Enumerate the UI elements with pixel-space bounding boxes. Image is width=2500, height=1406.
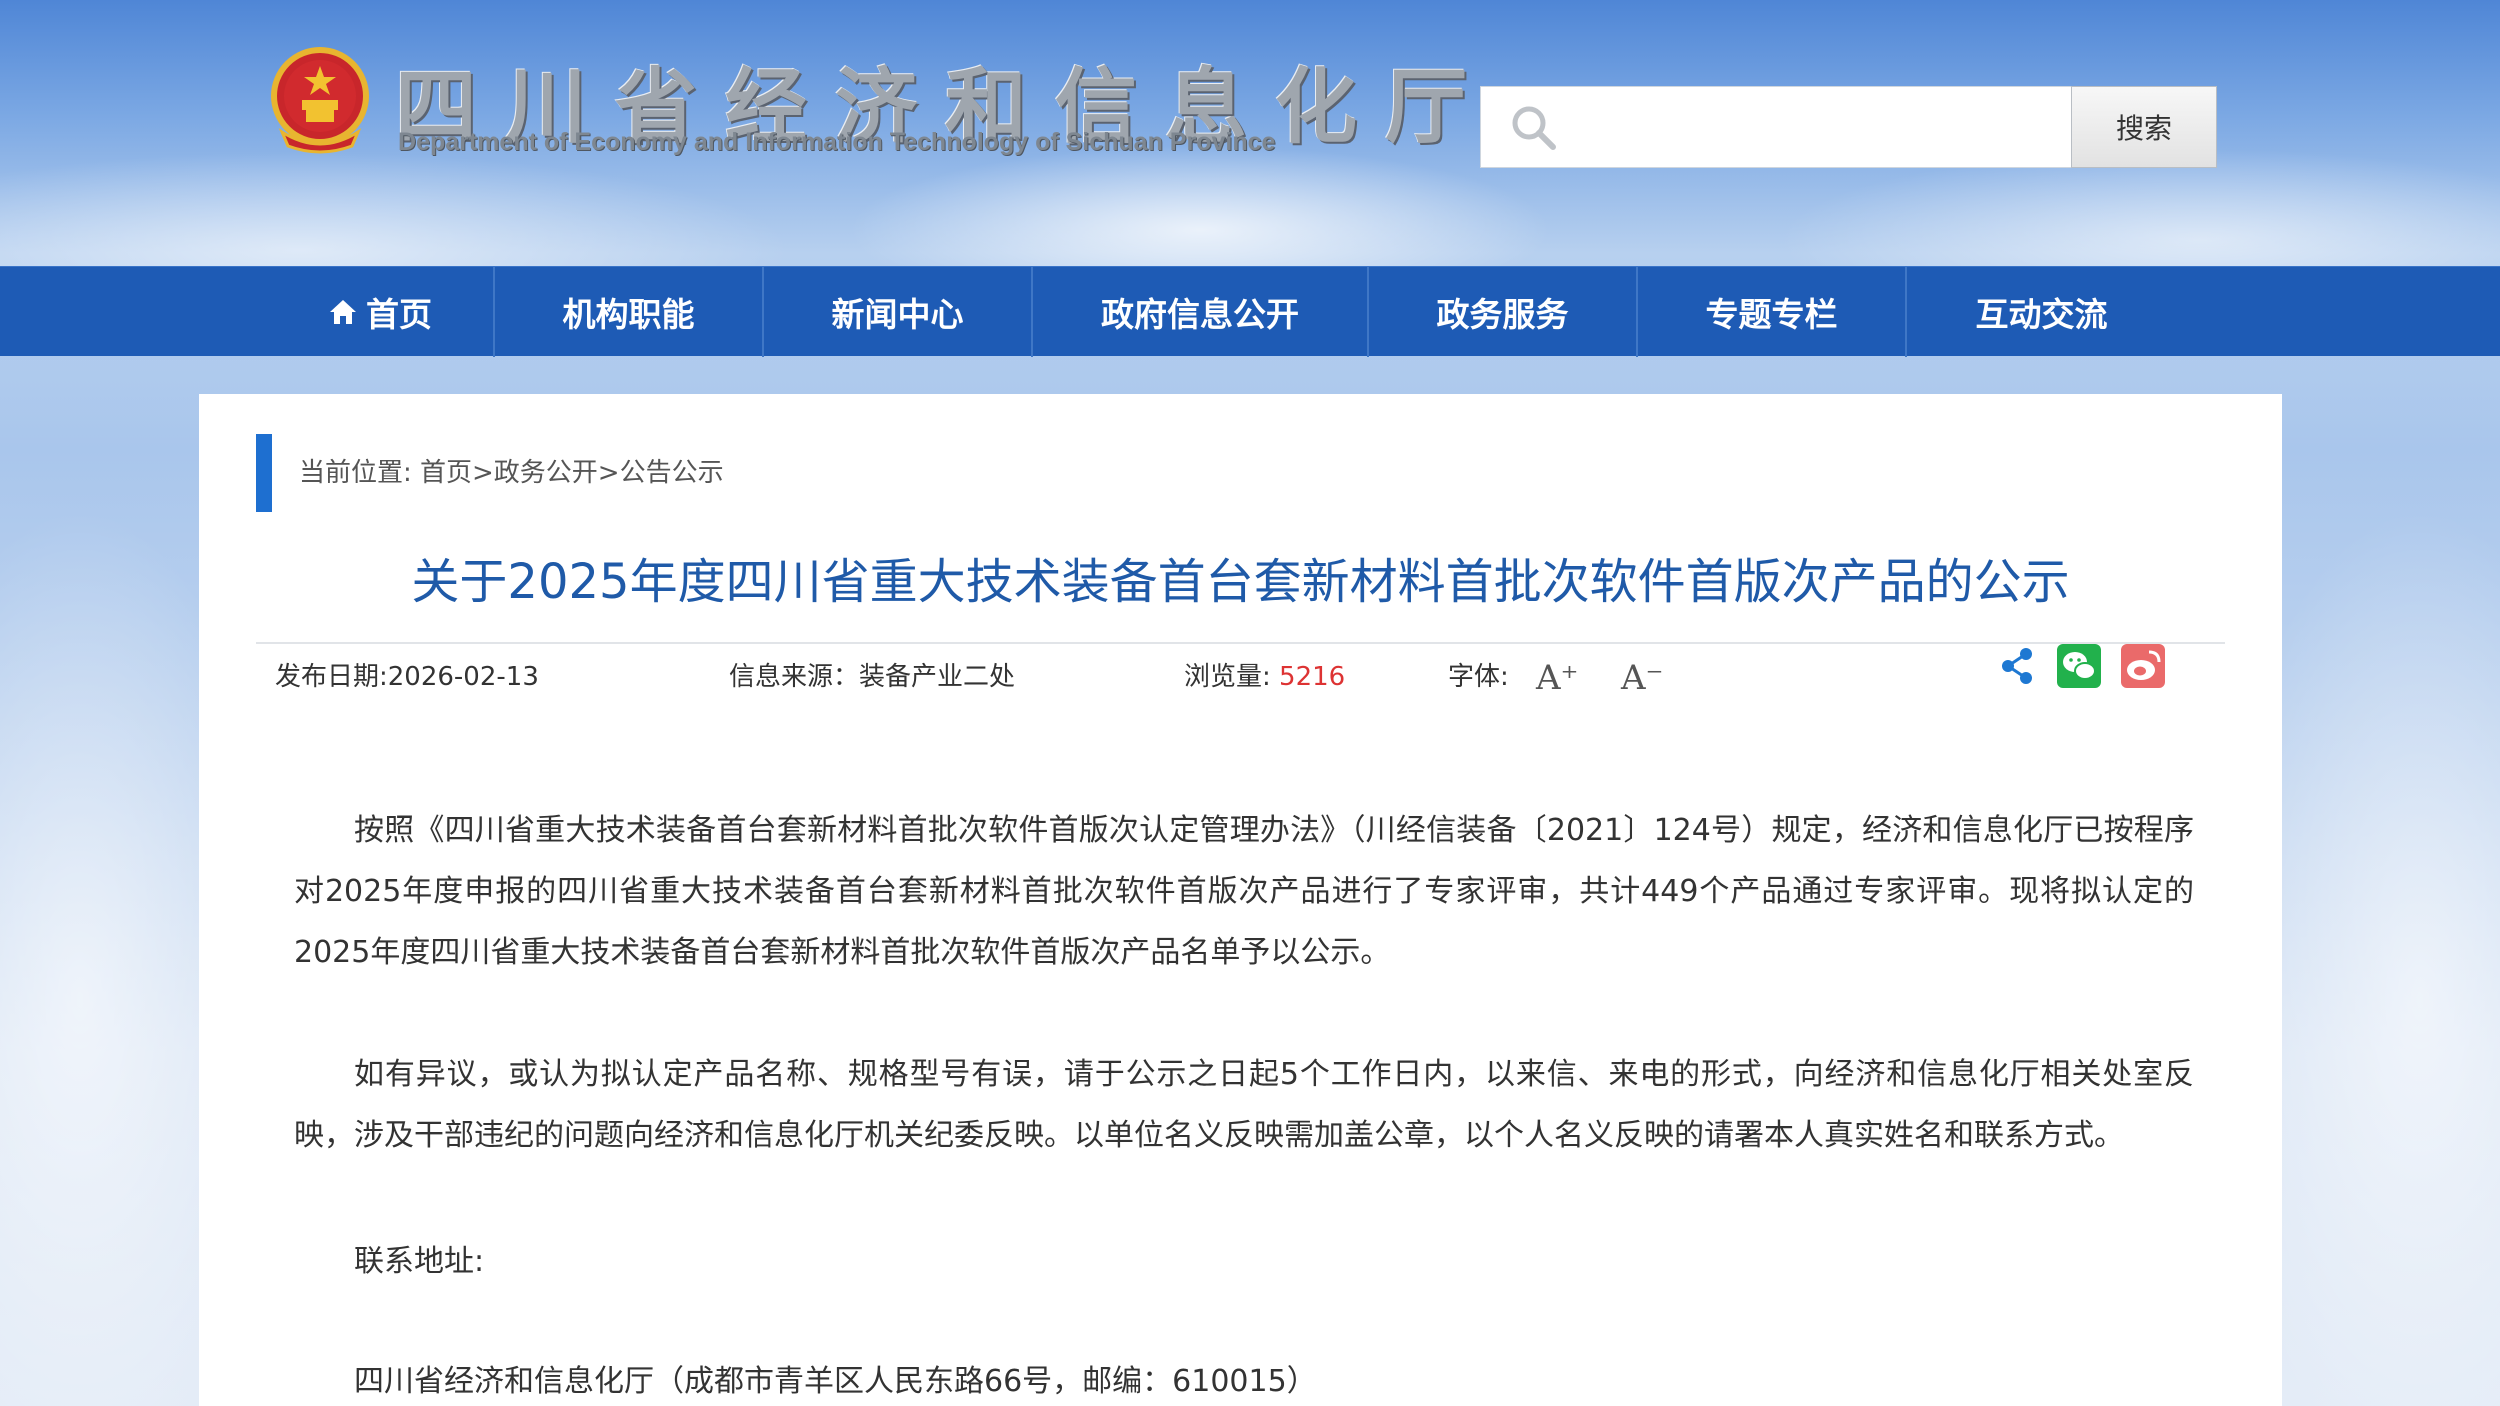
national-emblem-icon xyxy=(271,47,369,154)
site-subtitle: Department of Economy and Information Te… xyxy=(398,128,1276,156)
weibo-icon[interactable] xyxy=(2121,644,2165,688)
search-icon xyxy=(1512,106,1556,150)
breadcrumb[interactable]: 当前位置: 首页>政务公开>公告公示 xyxy=(299,452,724,489)
nav-item-label: 政务服务 xyxy=(1436,295,1569,334)
nav-item-topics[interactable]: 专题专栏 xyxy=(1638,267,1907,357)
wechat-icon[interactable] xyxy=(2057,644,2101,688)
nav-item-news[interactable]: 新闻中心 xyxy=(764,267,1033,357)
nav-item-label: 首页 xyxy=(366,295,432,334)
site-header: 四川省经济和信息化厅 Department of Economy and Inf… xyxy=(0,0,2500,266)
view-count: 浏览量: 5216 xyxy=(1184,656,1345,693)
search-button[interactable]: 搜索 xyxy=(2071,86,2217,168)
nav-item-label: 新闻中心 xyxy=(831,295,964,334)
font-size-label: 字体: xyxy=(1448,662,1509,692)
content-panel: 当前位置: 首页>政务公开>公告公示 关于2025年度四川省重大技术装备首台套新… xyxy=(199,394,2282,1406)
contact-label: 联系地址: xyxy=(354,1244,485,1279)
nav-item-label: 专题专栏 xyxy=(1705,295,1838,334)
nav-item-label: 政府信息公开 xyxy=(1101,295,1299,334)
view-count-value: 5216 xyxy=(1279,662,1346,692)
search-input[interactable] xyxy=(1571,97,2061,157)
article-paragraph: 按照《四川省重大技术装备首台套新材料首批次软件首版次认定管理办法》（川经信装备〔… xyxy=(294,813,2194,970)
article-title: 关于2025年度四川省重大技术装备首台套新材料首批次软件首版次产品的公示 xyxy=(411,554,2070,610)
nav-item-gov-services[interactable]: 政务服务 xyxy=(1369,267,1638,357)
info-source: 信息来源：装备产业二处 xyxy=(729,662,1016,692)
font-decrease-button[interactable]: A⁻ xyxy=(1621,658,1664,698)
publish-date: 发布日期:2026-02-13 xyxy=(275,662,539,692)
nav-item-label: 互动交流 xyxy=(1975,295,2108,334)
nav-item-organization[interactable]: 机构职能 xyxy=(495,267,764,357)
nav-item-label: 机构职能 xyxy=(562,295,695,334)
nav-item-interaction[interactable]: 互动交流 xyxy=(1907,267,2176,357)
breadcrumb-accent-bar xyxy=(256,434,272,512)
view-count-label: 浏览量: xyxy=(1184,662,1280,692)
title-divider xyxy=(256,642,2225,644)
search-box xyxy=(1480,86,2073,168)
nav-item-home[interactable]: 首页 xyxy=(267,267,495,357)
font-increase-button[interactable]: A⁺ xyxy=(1536,658,1579,698)
nav-item-gov-info[interactable]: 政府信息公开 xyxy=(1033,267,1369,357)
article-paragraph: 如有异议，或认为拟认定产品名称、规格型号有误，请于公示之日起5个工作日内，以来信… xyxy=(294,1057,2194,1153)
share-icon[interactable] xyxy=(1996,644,2040,688)
home-icon xyxy=(330,300,356,324)
contact-address: 四川省经济和信息化厅（成都市青羊区人民东路66号，邮编：610015） xyxy=(354,1364,1317,1399)
main-nav: 首页 机构职能 新闻中心 政府信息公开 政务服务 专题专栏 互动交流 xyxy=(0,266,2500,357)
